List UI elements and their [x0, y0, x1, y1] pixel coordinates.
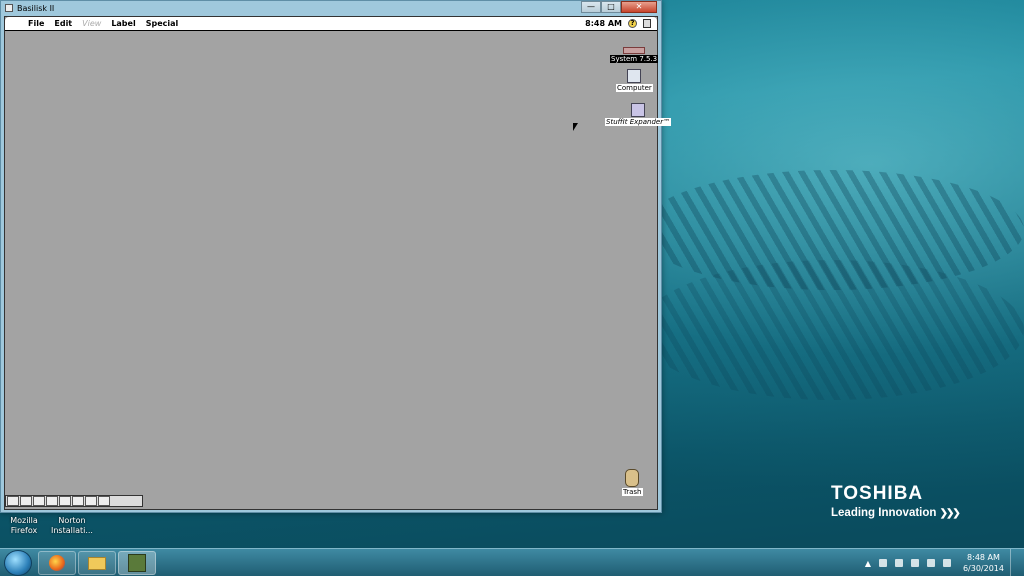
sound-volume-icon[interactable] — [85, 496, 97, 506]
device-icon[interactable] — [894, 559, 903, 567]
system-tray: ▲ 8:48 AM 6/30/2014 — [865, 549, 1018, 576]
basilisk-icon — [128, 554, 146, 572]
action-center-icon[interactable] — [878, 559, 887, 567]
firefox-icon — [49, 555, 65, 571]
taskbar-clock[interactable]: 8:48 AM 6/30/2014 — [963, 552, 1004, 574]
cdrom-icon[interactable] — [20, 496, 32, 506]
desktop-icon-label: Installati... — [51, 526, 93, 535]
mac-menubar: File Edit View Label Special 8:48 AM ? — [5, 17, 657, 31]
network-icon[interactable] — [926, 559, 935, 567]
app-icon — [5, 4, 13, 12]
mac-icon-label: System 7.5.3 — [610, 55, 659, 63]
window-title: Basilisk II — [17, 3, 55, 13]
control-strip[interactable] — [5, 495, 143, 507]
volume-icon[interactable] — [942, 559, 951, 567]
wallpaper-wave — [640, 260, 1024, 400]
appletalk-icon[interactable] — [46, 496, 58, 506]
taskbar-time: 8:48 AM — [967, 553, 1000, 562]
mac-icon-trash[interactable]: Trash — [622, 469, 643, 496]
menu-view[interactable]: View — [77, 19, 106, 28]
desktop-icon-label: Mozilla — [10, 516, 38, 525]
mouse-cursor-icon — [573, 123, 578, 131]
close-button[interactable]: ✕ — [621, 1, 657, 13]
control-strip-end-icon[interactable] — [98, 496, 110, 506]
start-button[interactable] — [4, 550, 32, 576]
menu-edit[interactable]: Edit — [49, 19, 77, 28]
mac-icon-label: Trash — [622, 488, 643, 496]
chevrons-icon: ❯❯❯ — [939, 508, 961, 519]
show-desktop-button[interactable] — [1010, 549, 1018, 576]
taskbar-date: 6/30/2014 — [962, 564, 1004, 573]
mac-icon-stuffit[interactable]: StuffIt Expander™ — [605, 103, 672, 126]
computer-icon — [627, 69, 642, 83]
stuffit-icon — [631, 103, 646, 117]
minimize-button[interactable]: — — [581, 1, 601, 13]
menu-label[interactable]: Label — [106, 19, 140, 28]
desktop-icon-norton[interactable]: Norton Installati... — [48, 516, 96, 536]
battery-icon[interactable] — [910, 559, 919, 567]
mac-icon-label: StuffIt Expander™ — [605, 118, 672, 126]
brand-name: TOSHIBA — [831, 483, 924, 504]
mac-icon-system[interactable]: System 7.5.3 — [610, 47, 659, 63]
display-icon[interactable] — [33, 496, 45, 506]
show-hidden-icons-icon[interactable]: ▲ — [865, 559, 871, 568]
menubar-clock[interactable]: 8:48 AM — [585, 19, 622, 28]
monitor-resolution-icon[interactable] — [72, 496, 84, 506]
folder-icon — [88, 556, 106, 570]
menu-file[interactable]: File — [23, 19, 49, 28]
finder-icon[interactable] — [643, 19, 651, 28]
monitor-bitdepth-icon[interactable] — [59, 496, 71, 506]
taskbar-firefox[interactable] — [38, 551, 76, 575]
mac-icon-computer[interactable]: Computer — [616, 69, 653, 92]
taskbar: ▲ 8:48 AM 6/30/2014 — [0, 548, 1024, 576]
desktop-icon-label: Norton — [58, 516, 86, 525]
menu-special[interactable]: Special — [141, 19, 184, 28]
taskbar-explorer[interactable] — [78, 551, 116, 575]
desktop-icon-label: Firefox — [10, 526, 38, 535]
desktop-icon-firefox[interactable]: Mozilla Firefox — [0, 516, 48, 536]
help-icon[interactable]: ? — [628, 19, 637, 28]
mac-desktop[interactable]: File Edit View Label Special 8:48 AM ? S… — [4, 16, 672, 510]
hard-disk-icon — [623, 47, 646, 54]
taskbar-basilisk[interactable] — [118, 551, 156, 575]
basilisk-window[interactable]: Basilisk II — □ ✕ File Edit View Label S… — [0, 0, 672, 513]
toshiba-logo: TOSHIBA Leading Innovation ❯❯❯ — [831, 483, 961, 519]
window-titlebar[interactable]: Basilisk II — □ ✕ — [1, 1, 661, 15]
mac-icon-label: Computer — [616, 84, 653, 92]
control-strip-tab-icon[interactable] — [7, 496, 19, 506]
maximize-button[interactable]: □ — [601, 1, 621, 13]
brand-tagline: Leading Innovation ❯❯❯ — [831, 507, 961, 519]
trash-icon — [625, 469, 640, 487]
